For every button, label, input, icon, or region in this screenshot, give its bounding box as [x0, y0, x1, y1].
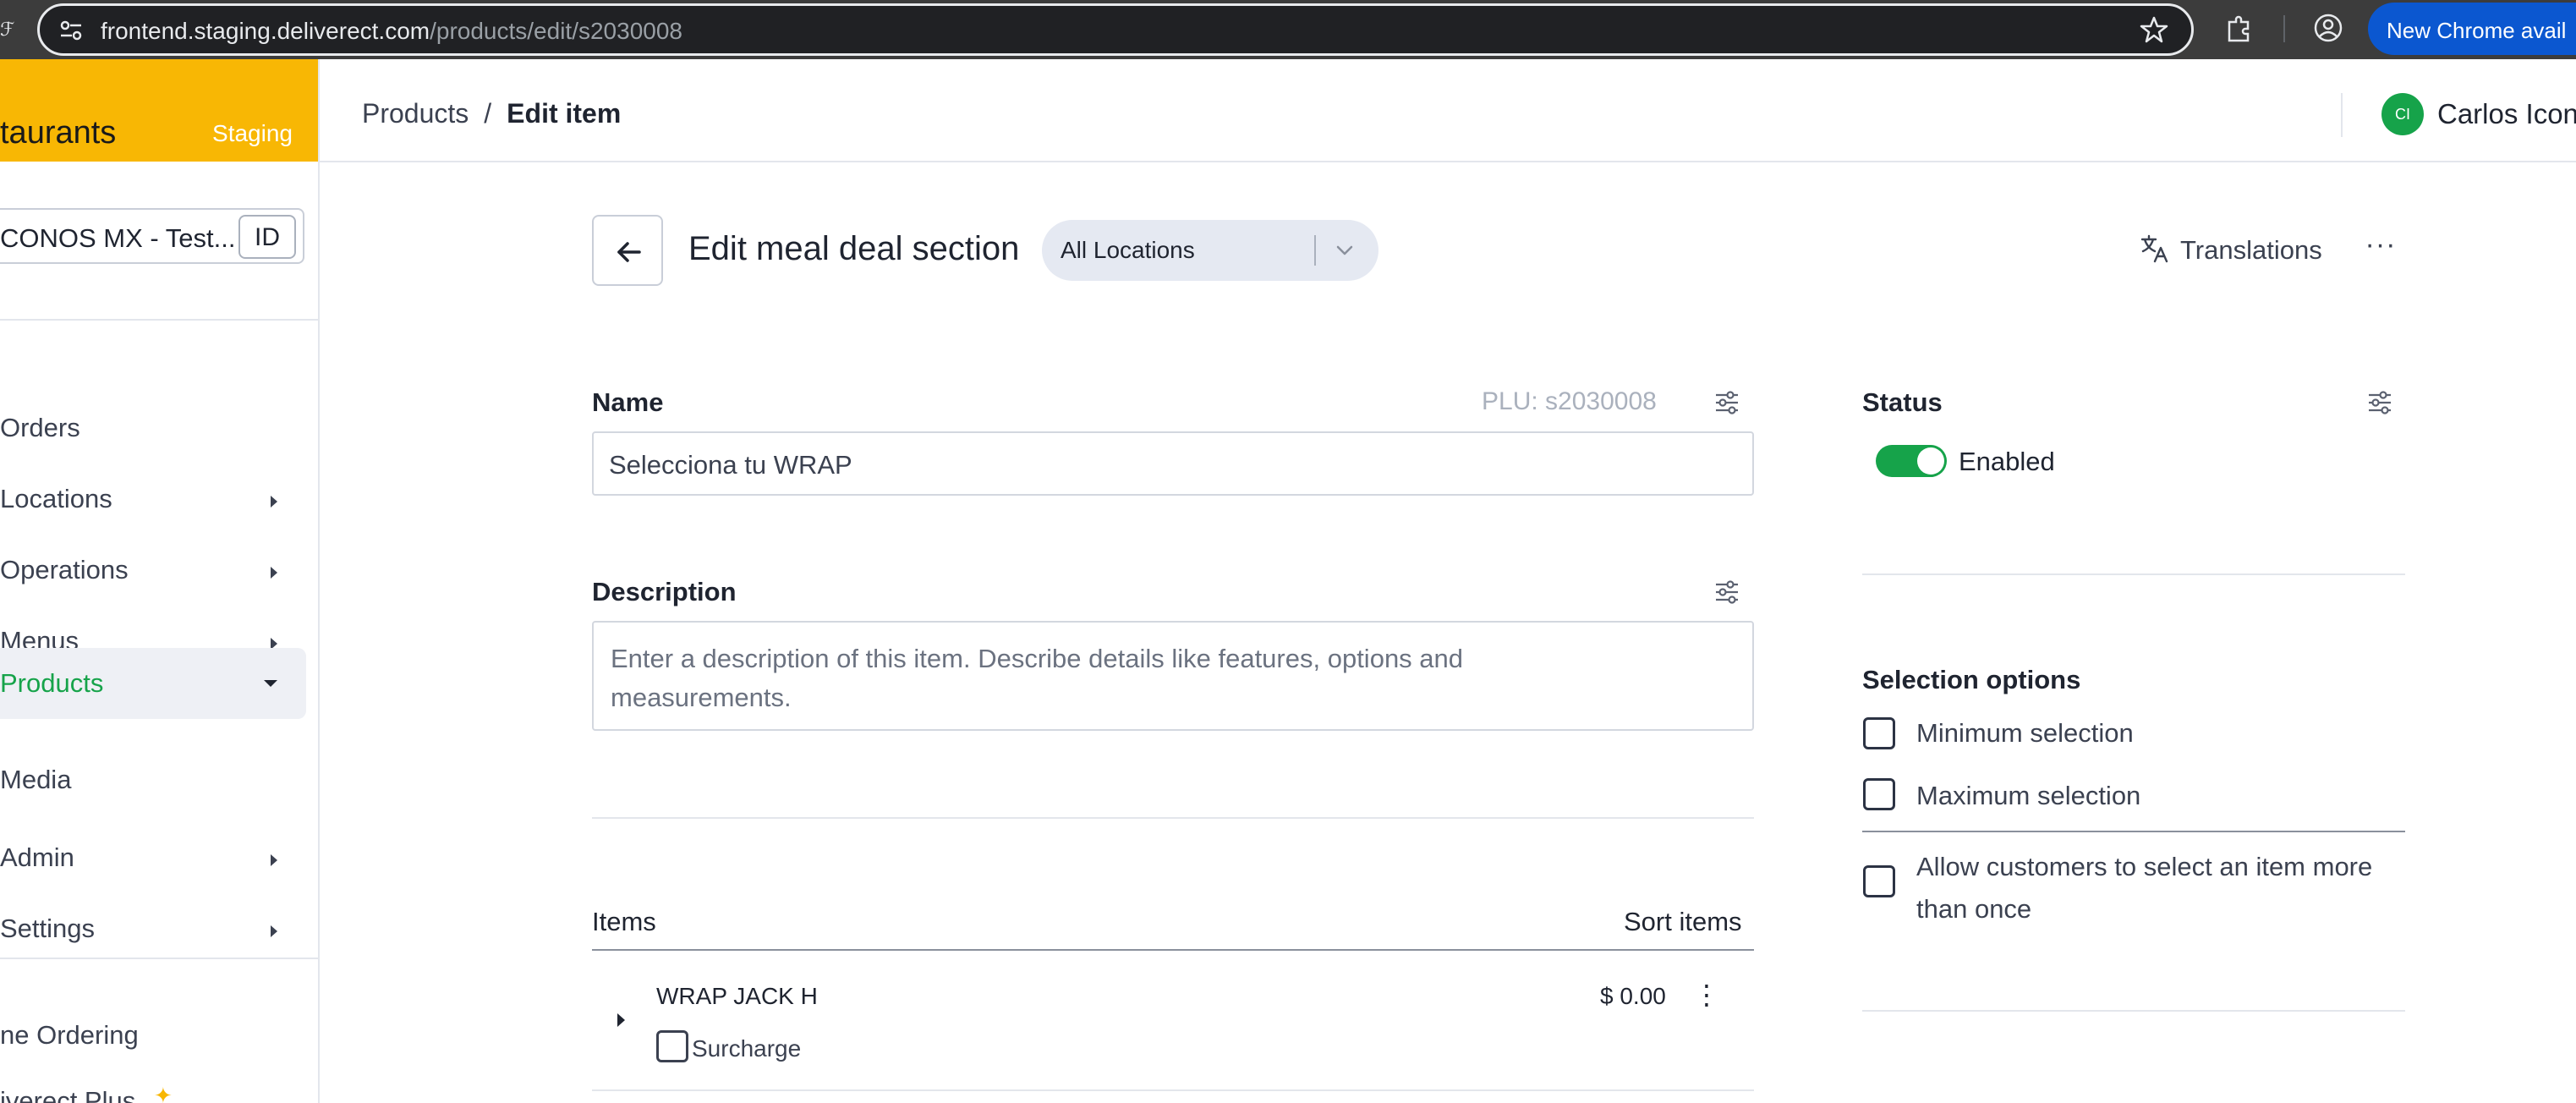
item-name: WRAP JACK H [656, 983, 818, 1009]
location-select[interactable]: All Locations [1042, 220, 1378, 281]
chevron-down-icon [1336, 245, 1353, 255]
minimum-selection-label: Minimum selection [1916, 718, 2134, 748]
header-separator [2341, 93, 2343, 137]
name-settings-icon[interactable] [1713, 389, 1740, 416]
sidebar-item-settings[interactable]: Settings [0, 895, 306, 964]
sidebar-item-label: Locations [0, 484, 112, 513]
translations-label: Translations [2180, 235, 2322, 265]
account-id-button[interactable]: ID [238, 215, 296, 259]
sort-items-button[interactable]: Sort items [1624, 907, 1742, 937]
items-divider [592, 949, 1754, 951]
item-price: $ 0.00 [1600, 983, 1666, 1009]
description-textarea[interactable]: Enter a description of this item. Descri… [592, 621, 1754, 731]
site-info-icon[interactable] [58, 18, 84, 43]
sidebar-item-media[interactable]: Media [0, 746, 306, 815]
expand-row-icon[interactable] [617, 1013, 625, 1027]
user-name[interactable]: Carlos Icon [2437, 98, 2576, 130]
url-path: /products/edit/s2030008 [430, 18, 682, 44]
row-menu-icon[interactable]: ⋮ [1693, 978, 1720, 1012]
status-toggle-label: Enabled [1959, 447, 2055, 476]
minimum-selection-checkbox[interactable] [1863, 717, 1895, 749]
url-host: frontend.staging.deliverect.com [101, 18, 430, 44]
description-placeholder: Enter a description of this item. Descri… [611, 644, 1464, 712]
options-divider [1862, 831, 2405, 832]
sidebar-item-label: Operations [0, 555, 129, 584]
breadcrumb: Products / Edit item [362, 98, 621, 129]
breadcrumb-current: Edit item [507, 98, 622, 129]
avatar[interactable]: CI [2381, 93, 2424, 135]
plu-text: PLU: s2030008 [1482, 387, 1657, 415]
items-heading: Items [592, 907, 656, 936]
sidebar-item-orders[interactable]: Orders [0, 394, 306, 464]
arrow-left-icon [617, 242, 641, 262]
page-header: Products / Edit item CI Carlos Icon [320, 59, 2576, 162]
sidebar-divider [0, 319, 318, 321]
toolbar-separator [2283, 15, 2285, 42]
name-input-value: Selecciona tu WRAP [609, 450, 852, 480]
sidebar-divider [0, 958, 318, 959]
sidebar-item-operations[interactable]: Operations [0, 536, 306, 606]
sidebar-item-products[interactable]: Products [0, 648, 306, 719]
maximum-selection-label: Maximum selection [1916, 781, 2141, 810]
surcharge-checkbox[interactable] [656, 1030, 688, 1062]
description-label: Description [592, 577, 737, 606]
status-settings-icon[interactable] [2366, 389, 2393, 416]
caret-right-icon [271, 567, 277, 579]
account-switcher[interactable]: CONOS MX - Test... ID [0, 208, 304, 264]
sidebar-item-label: Products [0, 668, 104, 698]
breadcrumb-products-link[interactable]: Products [362, 98, 469, 129]
status-label: Status [1862, 387, 1943, 417]
back-button[interactable] [592, 215, 663, 286]
sidebar-item-label: Media [0, 765, 72, 794]
sidebar-item-online-ordering[interactable]: ne Ordering [0, 1001, 306, 1071]
tab-edge-glyph: ℱ [0, 19, 15, 40]
brand-name: taurants [0, 115, 117, 151]
translate-icon [2140, 234, 2168, 263]
profile-icon[interactable] [2312, 12, 2344, 44]
browser-toolbar: ℱ frontend.staging.deliverect.com/produc… [0, 0, 2576, 59]
brand-header: taurants Staging [0, 59, 318, 162]
allow-repeat-label: Allow customers to select an item more t… [1916, 852, 2373, 924]
caret-down-icon [264, 680, 277, 687]
sparkle-icon: ✦ [154, 1083, 173, 1103]
sidebar-item-deliverect-plus[interactable]: iverect Plus ✦ [0, 1067, 306, 1103]
sidebar-item-label: Orders [0, 413, 80, 442]
location-select-value: All Locations [1061, 237, 1195, 263]
allow-repeat-checkbox[interactable] [1863, 865, 1895, 897]
extensions-puzzle-icon[interactable] [2222, 12, 2255, 44]
surcharge-label: Surcharge [692, 1035, 802, 1062]
caret-right-icon [271, 925, 277, 937]
page-title: Edit meal deal section [688, 230, 1020, 267]
bookmark-star-icon[interactable] [2139, 14, 2169, 45]
caret-right-icon [271, 496, 277, 508]
name-input[interactable]: Selecciona tu WRAP [592, 431, 1754, 496]
url-text[interactable]: frontend.staging.deliverect.com/products… [101, 18, 682, 45]
account-name: CONOS MX - Test... [0, 223, 236, 253]
row-divider [592, 1089, 1754, 1091]
sidebar-item-label: Admin [0, 842, 74, 872]
sidebar-item-admin[interactable]: Admin [0, 824, 306, 893]
new-chrome-available-button[interactable]: New Chrome avail [2368, 3, 2576, 55]
toggle-knob [1917, 447, 1944, 475]
more-options-icon[interactable]: ··· [2361, 228, 2400, 271]
caret-right-icon [271, 854, 277, 866]
sidebar: taurants Staging CONOS MX - Test... ID O… [0, 59, 320, 1103]
sidebar-item-label: ne Ordering [0, 1020, 139, 1050]
maximum-selection-checkbox[interactable] [1863, 778, 1895, 810]
translations-button[interactable]: Translations [2140, 228, 2334, 271]
description-settings-icon[interactable] [1713, 579, 1740, 606]
section-divider [1862, 573, 2405, 575]
sidebar-item-label: iverect Plus [0, 1086, 136, 1103]
sidebar-item-label: Settings [0, 914, 96, 943]
section-divider [592, 817, 1754, 819]
breadcrumb-separator: / [484, 98, 492, 129]
selection-options-label: Selection options [1862, 665, 2081, 694]
sidebar-item-locations[interactable]: Locations [0, 465, 306, 535]
section-divider [1862, 1010, 2405, 1012]
env-badge: Staging [212, 120, 293, 146]
select-separator [1314, 235, 1316, 266]
status-toggle[interactable] [1876, 445, 1947, 477]
name-label: Name [592, 387, 664, 417]
address-bar[interactable]: frontend.staging.deliverect.com/products… [37, 3, 2194, 56]
